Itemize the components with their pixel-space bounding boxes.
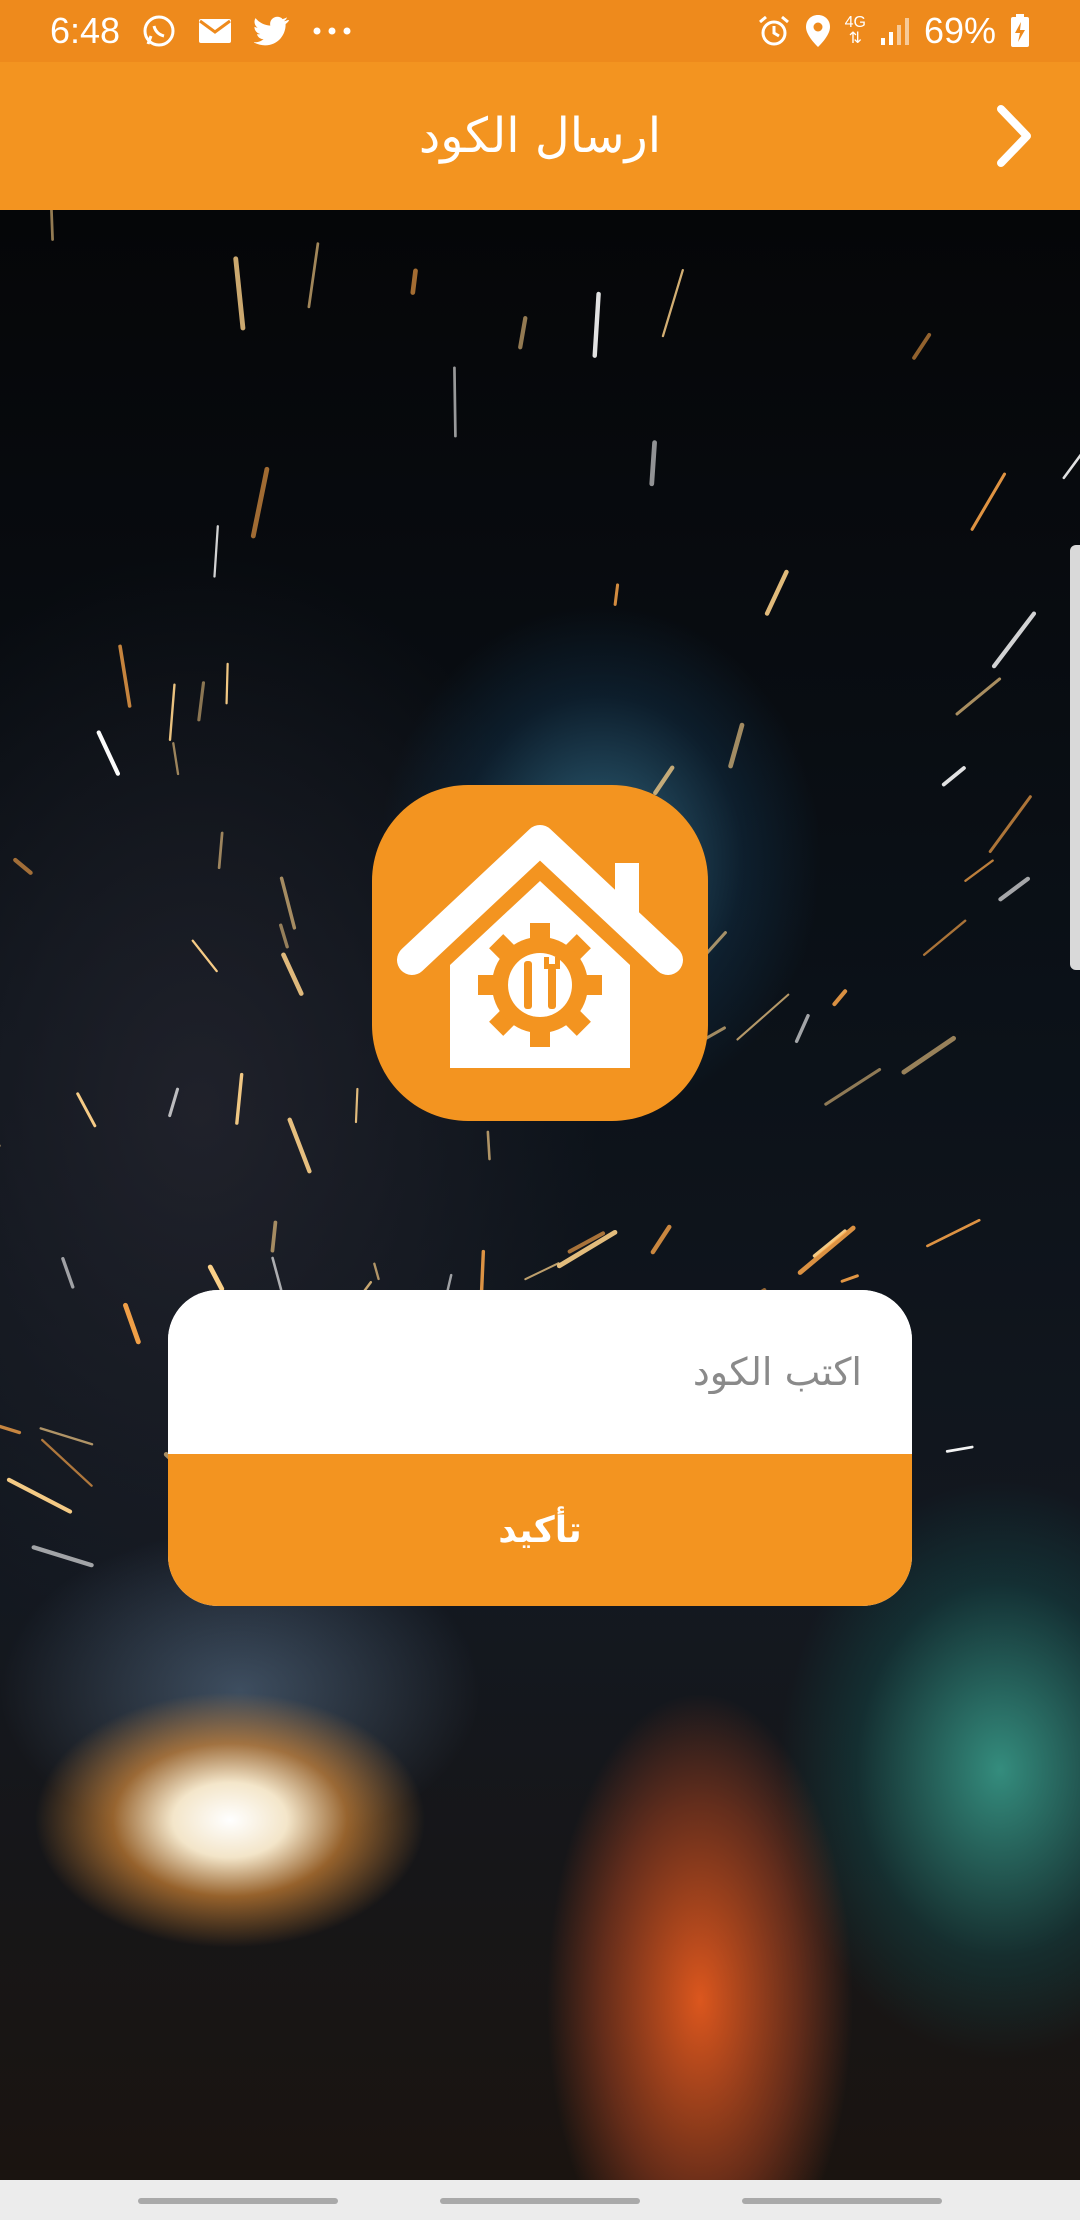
mail-icon [198, 13, 232, 49]
spark-streak [191, 939, 218, 973]
spark-streak [964, 859, 994, 882]
spark-streak [797, 1225, 856, 1275]
spark-streak [168, 1087, 180, 1118]
spark-streak [233, 256, 246, 331]
network-type: 4G [844, 14, 866, 31]
spark-streak [172, 742, 180, 776]
spark-streak [373, 1262, 380, 1281]
alarm-icon [757, 13, 791, 49]
background-image [0, 210, 1080, 2180]
spark-streak [650, 1224, 672, 1255]
spark-streak [279, 876, 297, 930]
spark-streak [556, 1229, 618, 1269]
more-dots-icon [312, 13, 352, 49]
spark-streak [736, 993, 790, 1041]
whatsapp-icon [142, 13, 176, 49]
spark-streak [41, 1438, 93, 1487]
spark-streak [50, 210, 54, 241]
spark-streak [955, 677, 1002, 716]
back-button[interactable] [974, 96, 1054, 176]
confirm-button[interactable]: تأكيد [168, 1454, 912, 1606]
spark-streak [649, 440, 657, 487]
spark-streak [281, 952, 304, 996]
spark-streak [307, 242, 320, 309]
spark-streak [998, 876, 1031, 902]
home-repair-gear-icon [397, 825, 683, 1068]
spark-streak [453, 366, 457, 438]
spark-streak [207, 1264, 225, 1292]
spark-streak [518, 316, 528, 350]
status-left: 6:48 [50, 10, 352, 52]
spark-streak [524, 1262, 560, 1281]
spark-streak [705, 931, 727, 955]
status-right: 4G ⇅ 69% [757, 10, 1030, 52]
spark-streak [250, 466, 270, 539]
spark-streak [39, 1427, 94, 1446]
spark-streak [225, 662, 229, 705]
spark-streak [486, 1130, 491, 1161]
spark-streak [354, 1087, 359, 1124]
spark-streak [661, 268, 684, 338]
spark-streak [31, 1545, 94, 1568]
spark-streak [728, 722, 745, 769]
network-4g-icon: 4G ⇅ [845, 13, 866, 49]
code-form-card: تأكيد [168, 1290, 912, 1606]
spark-streak [613, 583, 620, 606]
spark-streak [6, 1477, 73, 1514]
spark-streaks [0, 210, 1080, 1568]
nav-home-button[interactable] [440, 2198, 640, 2204]
spark-streak [235, 1072, 244, 1125]
spark-streak [217, 831, 224, 870]
spark-streak [970, 472, 1007, 531]
spark-streak [410, 268, 418, 295]
spark-streak [824, 1068, 882, 1106]
spark-streak [213, 525, 219, 578]
spark-streak [13, 857, 33, 875]
system-nav-bar [0, 2180, 1080, 2220]
data-arrows-icon: ⇅ [848, 30, 862, 47]
spark-streak [1062, 453, 1080, 480]
spark-streak [271, 1256, 283, 1291]
spark-streak [832, 989, 848, 1007]
code-input[interactable] [168, 1290, 912, 1454]
spark-streak [96, 730, 121, 776]
spark-streak [287, 1117, 312, 1174]
spark-streak [991, 611, 1037, 669]
battery-percent: 69% [923, 10, 996, 51]
chevron-right-icon [997, 105, 1031, 167]
spark-streak [76, 1092, 97, 1128]
scroll-indicator [1070, 545, 1080, 970]
spark-streak [592, 291, 601, 358]
spark-streak [840, 1274, 859, 1283]
spark-streak [270, 1220, 278, 1253]
status-time: 6:48 [50, 10, 121, 51]
spark-streak [812, 1229, 847, 1258]
spark-streak [61, 1257, 75, 1289]
spark-streak [941, 766, 966, 787]
spark-streak [926, 1218, 981, 1248]
spark-streak [794, 1013, 810, 1044]
status-bar: 6:48 4G ⇅ 69% [0, 0, 1080, 62]
spark-streak [764, 569, 789, 616]
spark-streak [912, 332, 932, 360]
battery-charging-icon [1010, 13, 1030, 49]
nav-recent-button[interactable] [138, 2198, 338, 2204]
location-icon [805, 13, 831, 49]
twitter-icon [254, 13, 290, 49]
page-title: ارسال الكود [418, 108, 662, 164]
signal-icon [880, 13, 910, 49]
spark-streak [197, 681, 206, 722]
app-bar: ارسال الكود [0, 62, 1080, 210]
spark-streak [118, 644, 132, 708]
spark-streak [123, 1302, 141, 1345]
spark-streak [901, 1035, 957, 1075]
spark-streak [988, 795, 1032, 854]
app-logo [372, 785, 708, 1121]
nav-back-button[interactable] [742, 2198, 942, 2204]
spark-streak [922, 919, 967, 956]
spark-streak [279, 923, 289, 949]
spark-streak [168, 683, 176, 742]
spark-streak [0, 1424, 22, 1435]
spark-streak [945, 1445, 974, 1453]
